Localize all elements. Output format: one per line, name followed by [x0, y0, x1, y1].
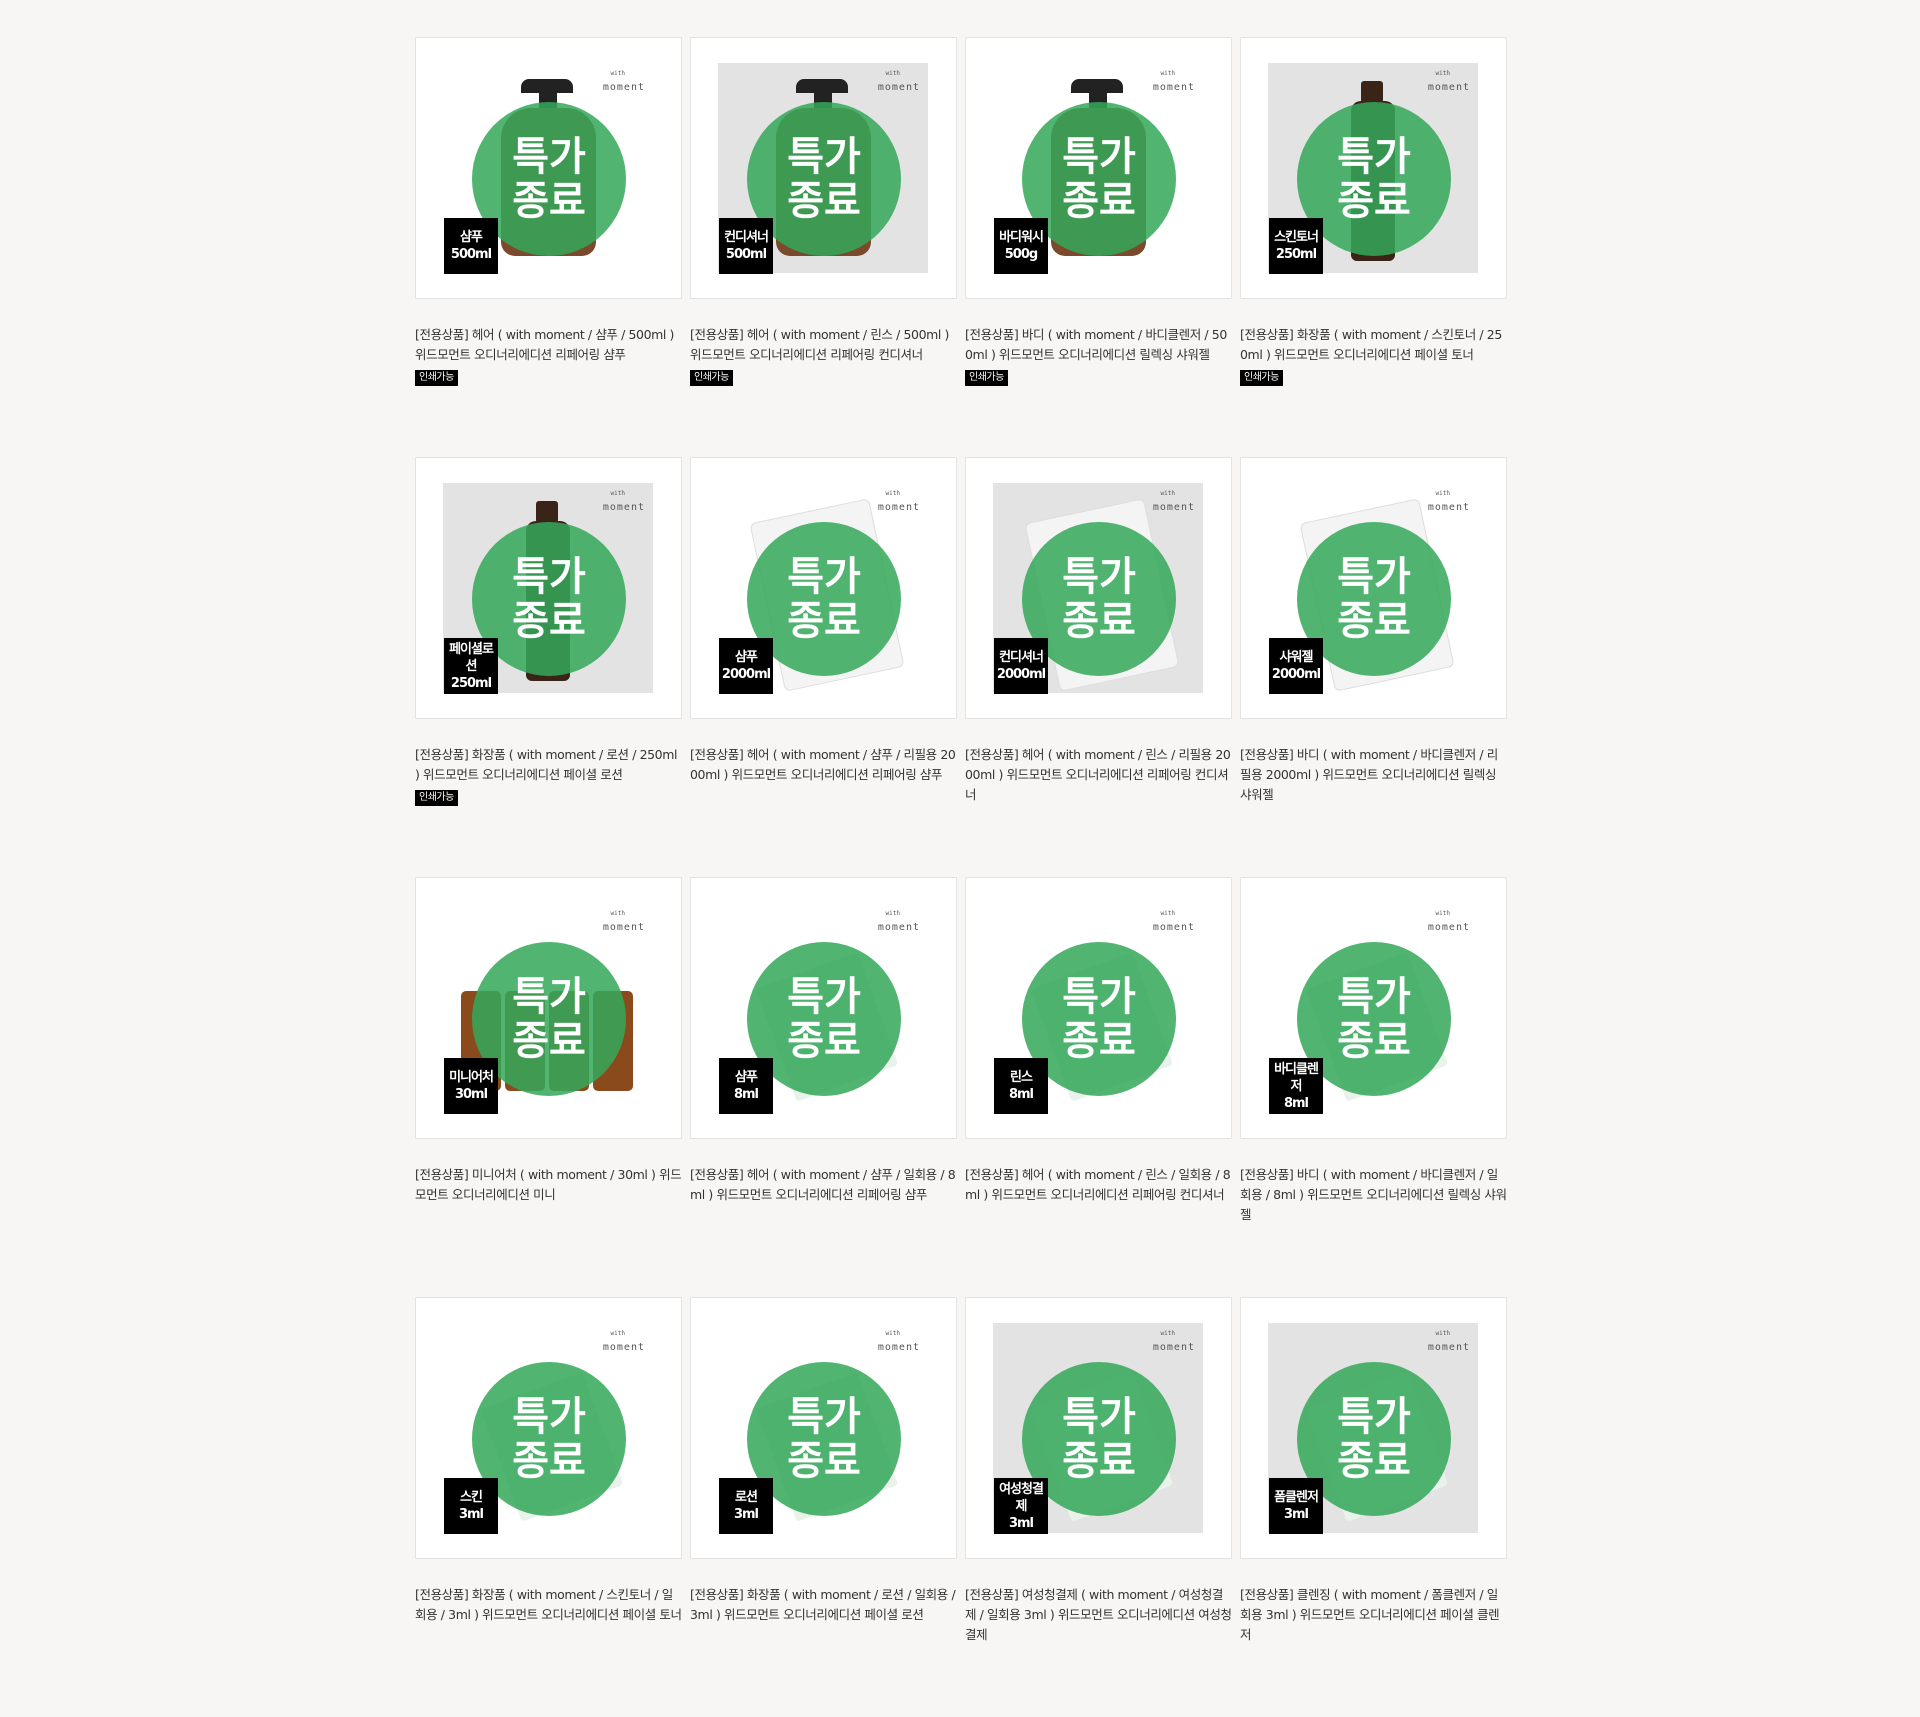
- printable-badge: 인쇄가능: [415, 370, 458, 386]
- brand-logo: with moment: [1152, 70, 1195, 93]
- brand-logo: with moment: [602, 1330, 645, 1353]
- product-title[interactable]: [전용상품] 화장품 ( with moment / 스킨토너 / 일회용 / …: [415, 1585, 683, 1625]
- product-thumbnail[interactable]: with moment 특가 종료 바디클렌저 8ml: [1240, 877, 1507, 1139]
- brand-logo: with moment: [1152, 490, 1195, 513]
- product-card[interactable]: with moment 특가 종료 페이셜로션 250ml [전용상품] 화장품 ( wit…: [415, 457, 682, 877]
- product-thumbnail[interactable]: with moment 특가 종료 바디워시 500g: [965, 37, 1232, 299]
- product-title[interactable]: [전용상품] 헤어 ( with moment / 린스 / 리필용 2000m…: [965, 745, 1233, 805]
- product-title[interactable]: [전용상품] 헤어 ( with moment / 샴푸 / 리필용 2000m…: [690, 745, 958, 785]
- printable-badge: 인쇄가능: [1240, 370, 1283, 386]
- product-size-tag: 스킨토너 250ml: [1269, 218, 1323, 274]
- product-size-tag: 샴푸 2000ml: [719, 638, 773, 694]
- product-thumbnail[interactable]: with moment 특가 종료 린스 8ml: [965, 877, 1232, 1139]
- product-thumbnail[interactable]: with moment 특가 종료 로션 3ml: [690, 1297, 957, 1559]
- product-thumbnail[interactable]: with moment 특가 종료 미니어처 30ml: [415, 877, 682, 1139]
- brand-logo: with moment: [877, 490, 920, 513]
- product-card[interactable]: with moment 특가 종료 미니어처 30ml [전용상품] 미니어처 ( with…: [415, 877, 682, 1297]
- product-size-tag: 샴푸 500ml: [444, 218, 498, 274]
- product-thumbnail[interactable]: with moment 특가 종료 컨디셔너 2000ml: [965, 457, 1232, 719]
- product-thumbnail[interactable]: with moment 특가 종료 컨디셔너 500ml: [690, 37, 957, 299]
- product-size-tag: 샤워젤 2000ml: [1269, 638, 1323, 694]
- product-thumbnail[interactable]: with moment 특가 종료 샴푸 500ml: [415, 37, 682, 299]
- product-card[interactable]: with moment 특가 종료 스킨토너 250ml [전용상품] 화장품 ( with…: [1240, 37, 1507, 457]
- product-card[interactable]: with moment 특가 종료 컨디셔너 2000ml [전용상품] 헤어 ( with…: [965, 457, 1232, 877]
- product-grid: with moment 특가 종료 샴푸 500ml [전용상품] 헤어 ( with mo…: [415, 37, 1507, 1717]
- brand-logo: with moment: [1152, 1330, 1195, 1353]
- product-title[interactable]: [전용상품] 클렌징 ( with moment / 폼클렌저 / 일회용 3m…: [1240, 1585, 1508, 1645]
- product-size-tag: 바디클렌저 8ml: [1269, 1058, 1323, 1114]
- product-title[interactable]: [전용상품] 바디 ( with moment / 바디클렌저 / 리필용 20…: [1240, 745, 1508, 805]
- product-size-tag: 스킨 3ml: [444, 1478, 498, 1534]
- brand-logo: with moment: [877, 910, 920, 933]
- product-size-tag: 린스 8ml: [994, 1058, 1048, 1114]
- product-size-tag: 폼클렌저 3ml: [1269, 1478, 1323, 1534]
- brand-logo: with moment: [602, 910, 645, 933]
- product-size-tag: 페이셜로션 250ml: [444, 638, 498, 694]
- product-card[interactable]: with moment 특가 종료 로션 3ml [전용상품] 화장품 ( with mom…: [690, 1297, 957, 1717]
- product-title[interactable]: [전용상품] 헤어 ( with moment / 린스 / 500ml ) 위…: [690, 325, 958, 365]
- product-title[interactable]: [전용상품] 헤어 ( with moment / 샴푸 / 500ml ) 위…: [415, 325, 683, 365]
- brand-logo: with moment: [1152, 910, 1195, 933]
- product-size-tag: 여성청결제 3ml: [994, 1478, 1048, 1534]
- product-card[interactable]: with moment 특가 종료 폼클렌저 3ml [전용상품] 클렌징 ( with m…: [1240, 1297, 1507, 1717]
- product-size-tag: 컨디셔너 500ml: [719, 218, 773, 274]
- brand-logo: with moment: [1427, 490, 1470, 513]
- product-card[interactable]: with moment 특가 종료 컨디셔너 500ml [전용상품] 헤어 ( with …: [690, 37, 957, 457]
- brand-logo: with moment: [1427, 70, 1470, 93]
- printable-badge: 인쇄가능: [690, 370, 733, 386]
- product-card[interactable]: with moment 특가 종료 스킨 3ml [전용상품] 화장품 ( with mom…: [415, 1297, 682, 1717]
- product-title[interactable]: [전용상품] 미니어처 ( with moment / 30ml ) 위드모먼트…: [415, 1165, 683, 1205]
- product-title[interactable]: [전용상품] 바디 ( with moment / 바디클렌저 / 일회용 / …: [1240, 1165, 1508, 1225]
- product-thumbnail[interactable]: with moment 특가 종료 스킨 3ml: [415, 1297, 682, 1559]
- brand-logo: with moment: [1427, 1330, 1470, 1353]
- brand-logo: with moment: [877, 70, 920, 93]
- product-thumbnail[interactable]: with moment 특가 종료 페이셜로션 250ml: [415, 457, 682, 719]
- product-thumbnail[interactable]: with moment 특가 종료 샴푸 8ml: [690, 877, 957, 1139]
- brand-logo: with moment: [602, 490, 645, 513]
- brand-logo: with moment: [877, 1330, 920, 1353]
- product-card[interactable]: with moment 특가 종료 샴푸 8ml [전용상품] 헤어 ( with mome…: [690, 877, 957, 1297]
- product-size-tag: 컨디셔너 2000ml: [994, 638, 1048, 694]
- product-size-tag: 바디워시 500g: [994, 218, 1048, 274]
- product-thumbnail[interactable]: with moment 특가 종료 샴푸 2000ml: [690, 457, 957, 719]
- product-title[interactable]: [전용상품] 바디 ( with moment / 바디클렌저 / 500ml …: [965, 325, 1233, 365]
- product-title[interactable]: [전용상품] 화장품 ( with moment / 스킨토너 / 250ml …: [1240, 325, 1508, 365]
- product-title[interactable]: [전용상품] 헤어 ( with moment / 린스 / 일회용 / 8ml…: [965, 1165, 1233, 1205]
- printable-badge: 인쇄가능: [415, 790, 458, 806]
- product-title[interactable]: [전용상품] 여성청결제 ( with moment / 여성청결제 / 일회용…: [965, 1585, 1233, 1645]
- product-card[interactable]: with moment 특가 종료 바디워시 500g [전용상품] 바디 ( with m…: [965, 37, 1232, 457]
- brand-logo: with moment: [602, 70, 645, 93]
- product-title[interactable]: [전용상품] 화장품 ( with moment / 로션 / 일회용 / 3m…: [690, 1585, 958, 1625]
- product-thumbnail[interactable]: with moment 특가 종료 샤워젤 2000ml: [1240, 457, 1507, 719]
- brand-logo: with moment: [1427, 910, 1470, 933]
- product-size-tag: 로션 3ml: [719, 1478, 773, 1534]
- product-thumbnail[interactable]: with moment 특가 종료 여성청결제 3ml: [965, 1297, 1232, 1559]
- product-title[interactable]: [전용상품] 화장품 ( with moment / 로션 / 250ml ) …: [415, 745, 683, 785]
- product-thumbnail[interactable]: with moment 특가 종료 스킨토너 250ml: [1240, 37, 1507, 299]
- printable-badge: 인쇄가능: [965, 370, 1008, 386]
- product-card[interactable]: with moment 특가 종료 바디클렌저 8ml [전용상품] 바디 ( with m…: [1240, 877, 1507, 1297]
- product-card[interactable]: with moment 특가 종료 샤워젤 2000ml [전용상품] 바디 ( with …: [1240, 457, 1507, 877]
- product-card[interactable]: with moment 특가 종료 샴푸 2000ml [전용상품] 헤어 ( with m…: [690, 457, 957, 877]
- product-card[interactable]: with moment 특가 종료 샴푸 500ml [전용상품] 헤어 ( with mo…: [415, 37, 682, 457]
- product-card[interactable]: with moment 특가 종료 여성청결제 3ml [전용상품] 여성청결제 ( wit…: [965, 1297, 1232, 1717]
- product-card[interactable]: with moment 특가 종료 린스 8ml [전용상품] 헤어 ( with mome…: [965, 877, 1232, 1297]
- product-size-tag: 미니어처 30ml: [444, 1058, 498, 1114]
- product-title[interactable]: [전용상품] 헤어 ( with moment / 샴푸 / 일회용 / 8ml…: [690, 1165, 958, 1205]
- product-size-tag: 샴푸 8ml: [719, 1058, 773, 1114]
- product-thumbnail[interactable]: with moment 특가 종료 폼클렌저 3ml: [1240, 1297, 1507, 1559]
